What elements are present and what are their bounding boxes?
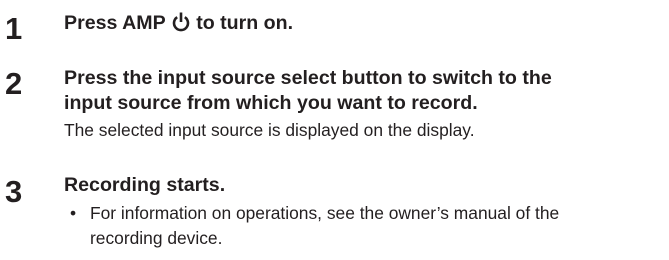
step-number: 2 (5, 66, 23, 101)
heading-text: to turn on. (196, 12, 294, 34)
step-number: 1 (5, 11, 23, 46)
step-body-text: The selected input source is displayed o… (64, 120, 475, 140)
list-item: • For information on operations, see the… (68, 201, 559, 251)
heading-text: Press AMP (64, 12, 166, 34)
bullet-text-line-1: For information on operations, see the o… (90, 203, 560, 223)
step-heading-line-2: input source from which you want to reco… (64, 92, 478, 114)
step-number: 3 (5, 174, 23, 209)
step-heading: Recording starts. (64, 174, 226, 196)
bullet-text-line-2: recording device. (90, 228, 223, 248)
bullet-marker: • (70, 203, 77, 223)
bullet-list: • For information on operations, see the… (68, 201, 559, 251)
step-heading: Press AMP to turn on. (64, 10, 293, 36)
power-icon (172, 12, 190, 32)
step-heading-line-1: Press the input source select button to … (64, 67, 552, 89)
